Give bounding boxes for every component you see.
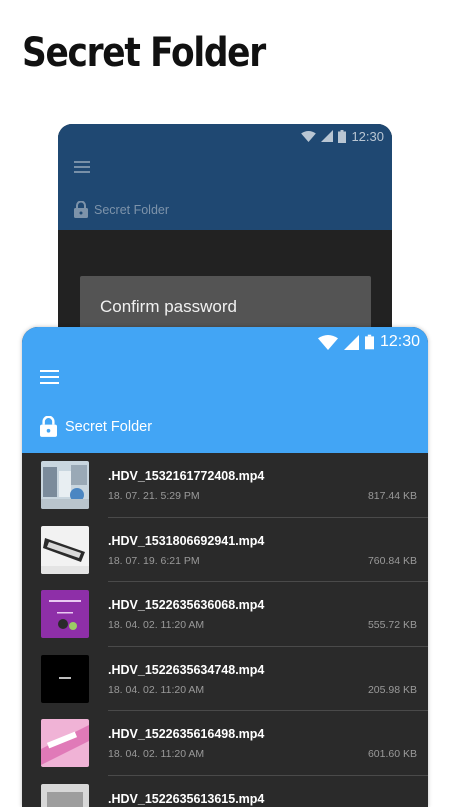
file-name: .HDV_1522635636068.mp4 xyxy=(108,598,264,612)
file-date: 18. 07. 19. 6:21 PM xyxy=(108,555,200,567)
front-menu-icon[interactable] xyxy=(40,370,59,384)
signal-icon xyxy=(321,130,333,142)
video-thumbnail xyxy=(41,461,89,509)
file-name: .HDV_1522635616498.mp4 xyxy=(108,727,264,741)
front-status-bar: 12:30 xyxy=(318,330,420,354)
file-size: 817.44 KB xyxy=(368,490,417,502)
video-thumbnail xyxy=(41,655,89,703)
file-date: 18. 04. 02. 11:20 AM xyxy=(108,748,204,760)
battery-icon xyxy=(338,130,346,143)
file-date: 18. 04. 02. 11:20 AM xyxy=(108,684,204,696)
lock-icon xyxy=(40,416,57,437)
list-item[interactable]: .HDV_1522635634748.mp4 18. 04. 02. 11:20… xyxy=(22,647,428,712)
back-folder-header: Secret Folder xyxy=(74,201,169,218)
front-folder-header: Secret Folder xyxy=(40,416,152,437)
back-status-bar: 12:30 xyxy=(301,126,384,146)
list-item[interactable]: .HDV_1531806692941.mp4 18. 07. 19. 6:21 … xyxy=(22,518,428,583)
video-thumbnail xyxy=(41,590,89,638)
battery-icon xyxy=(365,334,374,350)
file-name: .HDV_1531806692941.mp4 xyxy=(108,534,264,548)
list-item[interactable]: .HDV_1522635636068.mp4 18. 04. 02. 11:20… xyxy=(22,582,428,647)
dialog-title: Confirm password xyxy=(100,297,237,317)
file-size: 601.60 KB xyxy=(368,748,417,760)
file-date: 18. 07. 21. 5:29 PM xyxy=(108,490,200,502)
file-list: .HDV_1532161772408.mp4 18. 07. 21. 5:29 … xyxy=(22,453,428,807)
video-thumbnail xyxy=(41,719,89,767)
back-folder-title: Secret Folder xyxy=(94,203,169,217)
file-name: .HDV_1522635613615.mp4 xyxy=(108,792,264,806)
list-item[interactable]: .HDV_1522635616498.mp4 18. 04. 02. 11:20… xyxy=(22,711,428,776)
file-date: 18. 04. 02. 11:20 AM xyxy=(108,619,204,631)
lock-icon xyxy=(74,201,88,218)
file-size: 205.98 KB xyxy=(368,684,417,696)
front-folder-title: Secret Folder xyxy=(65,419,152,435)
list-item[interactable]: .HDV_1522635613615.mp4 xyxy=(22,776,428,807)
page-headline: Secret Folder xyxy=(22,30,265,76)
file-size: 555.72 KB xyxy=(368,619,417,631)
file-name: .HDV_1532161772408.mp4 xyxy=(108,469,264,483)
video-thumbnail xyxy=(41,784,89,807)
list-item[interactable]: .HDV_1532161772408.mp4 18. 07. 21. 5:29 … xyxy=(22,453,428,518)
back-app-bar: 12:30 Secret Folder xyxy=(58,124,392,230)
wifi-icon xyxy=(301,131,316,142)
signal-icon xyxy=(344,335,359,350)
file-size: 760.84 KB xyxy=(368,555,417,567)
wifi-icon xyxy=(318,335,338,350)
video-thumbnail xyxy=(41,526,89,574)
back-status-time: 12:30 xyxy=(351,129,384,144)
back-menu-icon[interactable] xyxy=(74,161,90,173)
front-phone-screen: 12:30 Secret Folder .HDV_1532161772408.m… xyxy=(22,327,428,807)
file-name: .HDV_1522635634748.mp4 xyxy=(108,663,264,677)
front-status-time: 12:30 xyxy=(380,333,420,351)
front-app-bar: 12:30 Secret Folder xyxy=(22,327,428,453)
